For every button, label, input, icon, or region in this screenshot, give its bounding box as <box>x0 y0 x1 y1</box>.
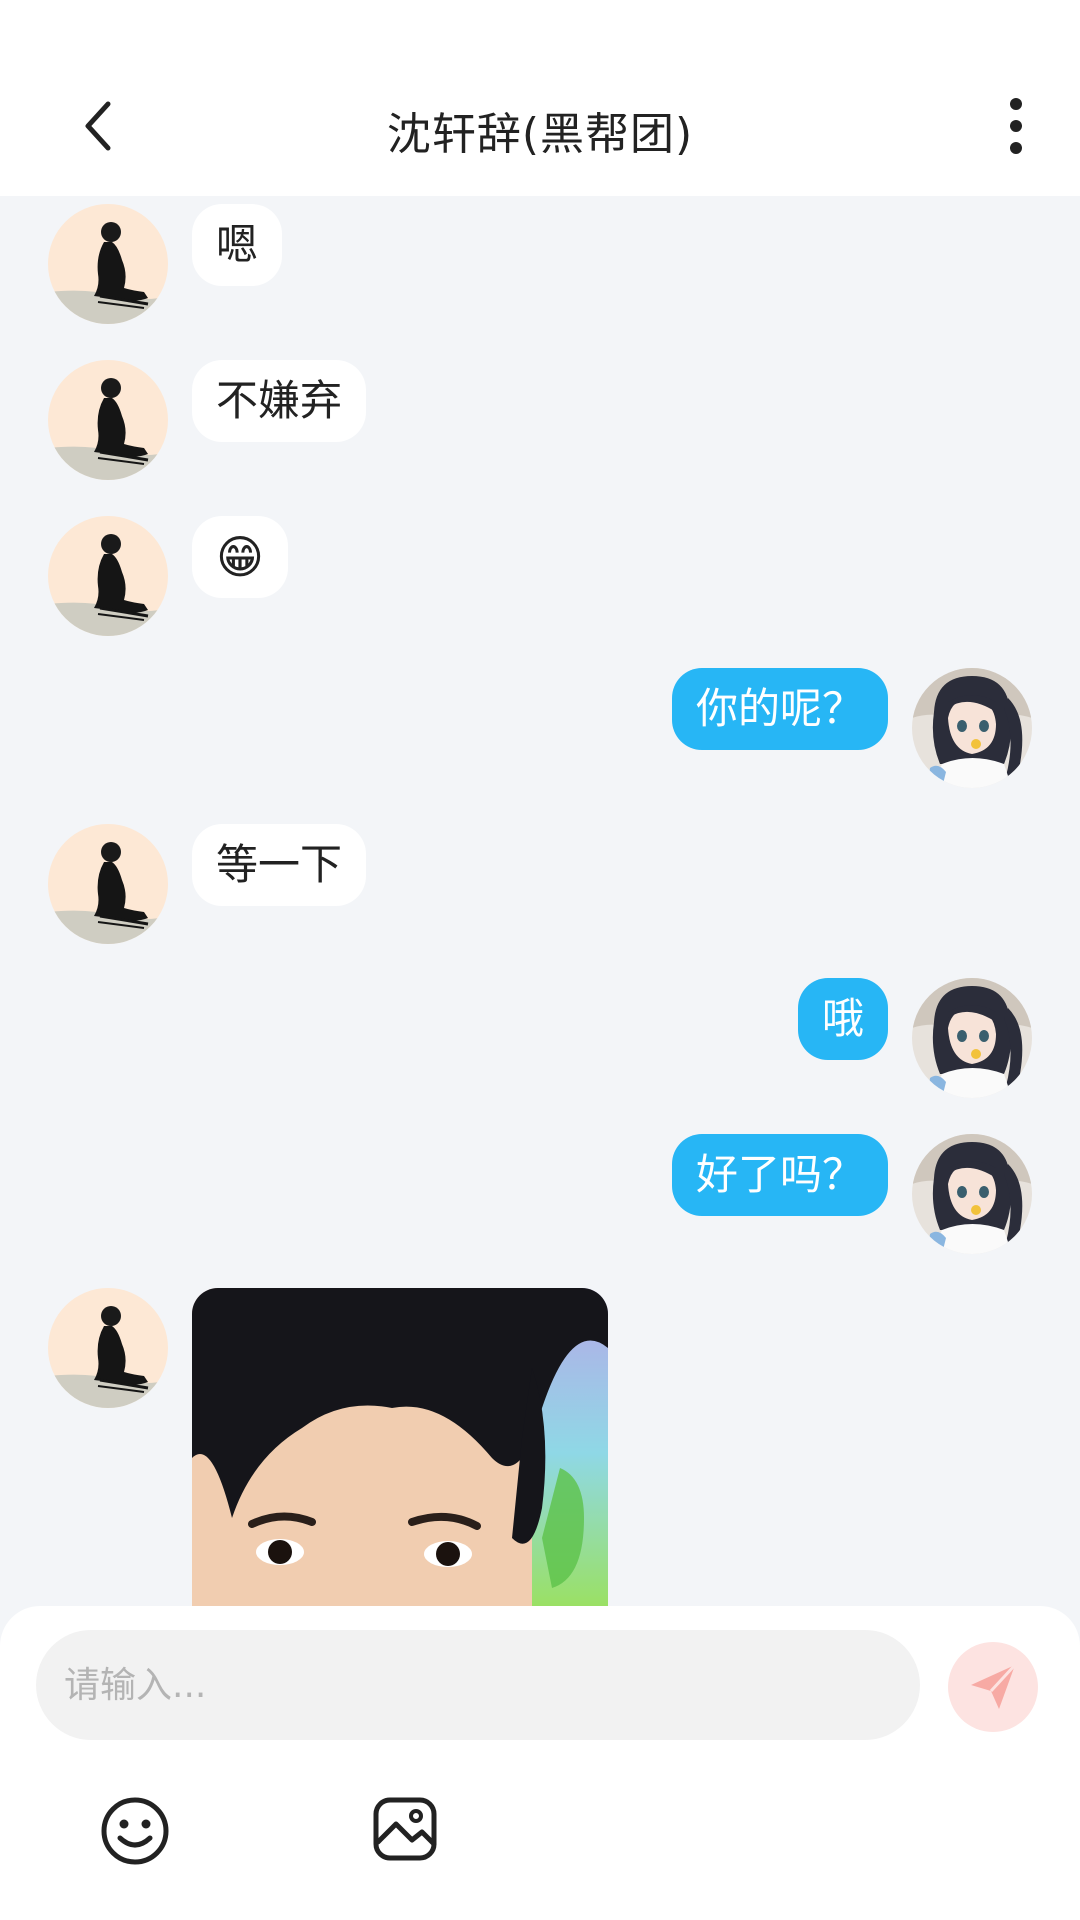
contact-avatar[interactable] <box>48 204 168 324</box>
message-bubble[interactable]: 不嫌弃 <box>192 360 367 442</box>
contact-avatar-image <box>48 516 168 636</box>
smiley-icon <box>101 1797 169 1865</box>
my-avatar[interactable] <box>912 668 1032 788</box>
send-button[interactable] <box>948 1642 1038 1732</box>
my-avatar-image <box>912 1134 1032 1254</box>
input-panel <box>0 1606 1080 1920</box>
contact-avatar-image <box>48 204 168 324</box>
my-avatar-image <box>912 978 1032 1098</box>
contact-avatar[interactable] <box>48 516 168 636</box>
more-vertical-icon <box>1010 98 1022 154</box>
photo-image <box>192 1288 608 1606</box>
contact-avatar-image <box>48 360 168 480</box>
image-icon <box>373 1797 437 1861</box>
contact-avatar-image <box>48 824 168 944</box>
header-bar: 沈轩辞(黑帮团) <box>0 0 1080 196</box>
message-list[interactable]: 嗯 不嫌弃 😁 你的呢？ 等一下 哦 好了吗？ <box>0 196 1080 1606</box>
contact-avatar-image <box>48 1288 168 1408</box>
contact-avatar[interactable] <box>48 824 168 944</box>
message-bubble[interactable]: 好了吗？ <box>671 1134 888 1216</box>
my-avatar[interactable] <box>912 1134 1032 1254</box>
my-avatar-image <box>912 668 1032 788</box>
message-bubble[interactable]: 嗯 <box>192 204 283 286</box>
message-bubble[interactable]: 哦 <box>797 978 888 1060</box>
image-button[interactable] <box>372 1796 438 1862</box>
message-bubble[interactable]: 你的呢？ <box>671 668 888 750</box>
contact-avatar[interactable] <box>48 360 168 480</box>
chat-screen: 沈轩辞(黑帮团) 嗯 不嫌弃 😁 你的呢？ 等一下 哦 好了吗？ 请输入... <box>0 0 1080 1920</box>
message-bubble[interactable]: 等一下 <box>192 824 367 906</box>
page-title: 沈轩辞(黑帮团) <box>386 109 694 160</box>
message-input[interactable] <box>36 1630 920 1740</box>
paper-plane-icon <box>971 1663 1017 1709</box>
emoji-button[interactable] <box>100 1796 170 1866</box>
more-options-button[interactable] <box>996 96 1036 156</box>
my-avatar[interactable] <box>912 978 1032 1098</box>
message-bubble-emoji[interactable]: 😁 <box>192 516 288 598</box>
message-photo[interactable] <box>192 1288 608 1606</box>
contact-avatar[interactable] <box>48 1288 168 1408</box>
